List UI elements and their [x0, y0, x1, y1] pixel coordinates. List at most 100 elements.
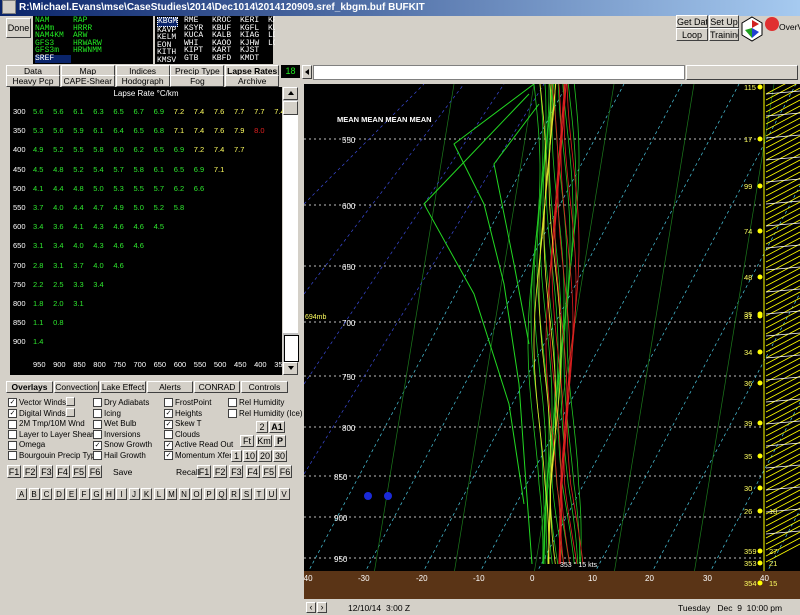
tab-hodograph[interactable]: Hodograph	[115, 75, 170, 87]
checkbox-vector-winds[interactable]: ✓ Vector Winds	[8, 398, 66, 408]
step-20-button[interactable]: 20	[258, 450, 272, 462]
station-item[interactable]: KBFD	[212, 55, 231, 63]
letter-q-button[interactable]: Q	[216, 488, 227, 500]
units-km-button[interactable]: Km	[256, 435, 272, 447]
tab-convection[interactable]: Convection	[54, 381, 99, 393]
model-item[interactable]: SREF	[35, 55, 71, 63]
letter-p-button[interactable]: P	[203, 488, 215, 500]
checkbox-frostpoint[interactable]: FrostPoint	[164, 398, 211, 408]
checkbox-rel-humidity[interactable]: Rel Humidity	[228, 398, 284, 408]
checkbox-box[interactable]: ✓	[164, 408, 173, 418]
fkey-recall-f2[interactable]: F2	[213, 465, 228, 478]
scroll-down-button[interactable]	[283, 362, 298, 375]
checkbox-box[interactable]	[228, 398, 237, 408]
scroll-track[interactable]	[283, 115, 298, 333]
letter-g-button[interactable]: G	[91, 488, 102, 500]
tab-archive[interactable]: Archive	[225, 75, 280, 87]
checkbox-wet-bulb[interactable]: Wet Bulb	[93, 419, 136, 429]
letter-m-button[interactable]: M	[166, 488, 177, 500]
fkey-save-f6[interactable]: F6	[88, 465, 102, 478]
checkbox-box[interactable]	[164, 430, 173, 440]
fkey-save-f4[interactable]: F4	[55, 465, 70, 478]
a1-button[interactable]: A1	[269, 421, 285, 433]
letter-o-button[interactable]: O	[191, 488, 202, 500]
tab-fog[interactable]: Fog	[170, 75, 225, 87]
checkbox-box[interactable]: ✓	[8, 398, 17, 408]
units-p-button[interactable]: P	[274, 435, 286, 447]
checkbox-clouds[interactable]: Clouds	[164, 430, 200, 440]
checkbox-box[interactable]	[8, 419, 17, 429]
fkey-recall-f3[interactable]: F3	[229, 465, 244, 478]
checkbox-dry-adiabats[interactable]: Dry Adiabats	[93, 398, 149, 408]
letter-u-button[interactable]: U	[266, 488, 277, 500]
time-slider-thumb[interactable]	[686, 65, 798, 80]
fkey-recall-f6[interactable]: F6	[278, 465, 292, 478]
letter-v-button[interactable]: V	[278, 488, 290, 500]
letter-d-button[interactable]: D	[53, 488, 65, 500]
tab-cape-shear[interactable]: CAPE-Shear	[60, 75, 115, 87]
checkbox-heights[interactable]: ✓ Heights	[164, 409, 202, 419]
fkey-save-f2[interactable]: F2	[23, 465, 38, 478]
model-list[interactable]: NAM NAMm NAM4KM GFS3 GFS3m SREF RAP HRRR ARW HRW…	[33, 16, 153, 64]
checkbox-layer-to-layer-shear[interactable]: Layer to Layer Shear	[8, 430, 94, 440]
checkbox-box[interactable]	[8, 451, 17, 461]
fkey-save-f1[interactable]: F1	[7, 465, 21, 478]
letter-k-button[interactable]: K	[141, 488, 152, 500]
print-icon[interactable]	[284, 335, 299, 362]
checkbox-momentum-xfer[interactable]: ✓ Momentum Xfer	[164, 451, 232, 461]
fkey-save-f3[interactable]: F3	[39, 465, 54, 478]
letter-h-button[interactable]: H	[103, 488, 115, 500]
training-button[interactable]: Training	[709, 28, 739, 41]
checkbox-omega[interactable]: Omega	[8, 440, 45, 450]
station-item[interactable]: GTB	[184, 55, 203, 63]
tab-conrad[interactable]: CONRAD	[194, 381, 240, 393]
checkbox-box[interactable]	[228, 408, 237, 418]
time-slider-track[interactable]	[313, 65, 685, 80]
lapse-scrollbar[interactable]	[283, 87, 299, 375]
checkbox-box[interactable]	[8, 430, 17, 440]
tab-heavy-pcp[interactable]: Heavy Pcp	[6, 75, 60, 87]
vector-winds-options[interactable]	[66, 397, 75, 406]
letter-b-button[interactable]: B	[28, 488, 40, 500]
letter-j-button[interactable]: J	[128, 488, 140, 500]
checkbox-box[interactable]: ✓	[164, 451, 173, 461]
fkey-recall-f5[interactable]: F5	[261, 465, 276, 478]
checkbox-bourgouin-precip-type[interactable]: Bourgouin Precip Type	[8, 451, 100, 461]
step-10-button[interactable]: 10	[243, 450, 257, 462]
station-item[interactable]: KMSV	[157, 57, 178, 65]
letter-n-button[interactable]: N	[178, 488, 190, 500]
loop-button[interactable]: Loop	[676, 28, 708, 41]
letter-t-button[interactable]: T	[253, 488, 265, 500]
checkbox-2m-tmp-10m-wnd[interactable]: 2M Tmp/10M Wnd	[8, 419, 85, 429]
model-item[interactable]: HRWNMM	[73, 47, 102, 55]
checkbox-box[interactable]	[93, 419, 102, 429]
checkbox-hail-growth[interactable]: Hail Growth	[93, 451, 146, 461]
letter-i-button[interactable]: I	[116, 488, 127, 500]
status-right-button[interactable]: ›	[317, 602, 327, 613]
level-2-button[interactable]: 2	[256, 421, 268, 433]
done-button[interactable]: Done	[6, 18, 31, 38]
scroll-left-button[interactable]	[302, 65, 312, 79]
tab-controls[interactable]: Controls	[241, 381, 288, 393]
set-up-button[interactable]: Set Up	[709, 15, 739, 28]
checkbox-box[interactable]	[93, 408, 102, 418]
tab-lake-effect[interactable]: Lake Effect	[100, 381, 146, 393]
station-item[interactable]: KMDT	[240, 55, 259, 63]
checkbox-inversions[interactable]: Inversions	[93, 430, 140, 440]
letter-f-button[interactable]: F	[78, 488, 90, 500]
letter-a-button[interactable]: A	[16, 488, 27, 500]
checkbox-snow-growth[interactable]: ✓ Snow Growth	[93, 440, 152, 450]
scroll-thumb[interactable]	[283, 101, 298, 115]
fkey-save-f5[interactable]: F5	[71, 465, 86, 478]
units-ft-button[interactable]: Ft	[240, 435, 254, 447]
letter-e-button[interactable]: E	[66, 488, 77, 500]
get-data-button[interactable]: Get Data	[676, 15, 708, 28]
checkbox-rel-humidity-ice-[interactable]: Rel Humidity (Ice)	[228, 409, 303, 419]
skew-t-diagram[interactable]: 550600650700750800850900950-40-30-20-100…	[304, 84, 800, 599]
overview-button[interactable]: OverView	[779, 22, 800, 32]
checkbox-active-read-out[interactable]: ✓ Active Read Out	[164, 440, 233, 450]
checkbox-box[interactable]	[93, 398, 102, 408]
digital-winds-options[interactable]	[66, 408, 75, 417]
status-left-button[interactable]: ‹	[306, 602, 316, 613]
checkbox-skew-t[interactable]: ✓ Skew T	[164, 419, 202, 429]
